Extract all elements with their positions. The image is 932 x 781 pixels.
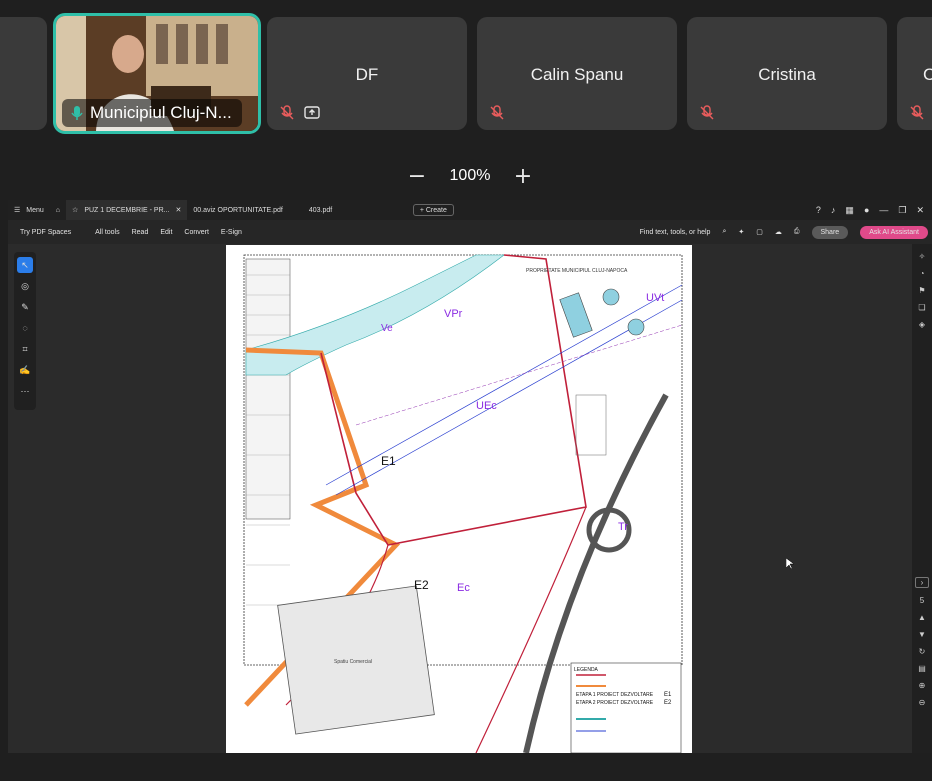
participant-tile[interactable]: C [897, 17, 932, 130]
urban-plan-map: Ve VPr UVt UEc E1 E2 Ec Tr PROPRIETATE M… [226, 245, 692, 753]
restore-icon[interactable]: ❐ [898, 205, 906, 216]
share-button[interactable]: Share [811, 225, 849, 239]
comments-panel-icon[interactable]: ◔ [912, 269, 932, 278]
home-icon: ⌂ [55, 206, 61, 214]
ai-panel-icon[interactable]: ✧ [912, 252, 932, 261]
participant-name: Calin Spanu [530, 65, 624, 84]
page-down-icon[interactable]: ▼ [912, 630, 932, 639]
commercial-area-label: Spatiu Comercial [334, 659, 372, 665]
legend-title: LEGENDA [574, 667, 599, 673]
esign-button[interactable]: E-Sign [221, 229, 242, 236]
apps-grid-icon[interactable]: ▦ [845, 205, 854, 216]
star-icon: ☆ [72, 207, 79, 214]
lasso-tool-icon[interactable]: ◌ [17, 320, 33, 336]
upload-cloud-icon[interactable]: ☁ [775, 228, 782, 236]
muted-mic-icon [910, 105, 924, 120]
zone-label-vpr: VPr [444, 308, 463, 320]
muted-mic-icon [700, 105, 714, 120]
home-button[interactable]: ⌂ [50, 200, 66, 220]
tab-aviz[interactable]: 00.aviz OPORTUNITATE.pdf [187, 200, 288, 220]
legend-e2-code: E2 [664, 700, 672, 706]
participant-tile-active-speaker[interactable]: Municipiul Cluj-N... [53, 13, 261, 134]
select-tool-icon[interactable]: ↖ [17, 257, 33, 273]
convert-button[interactable]: Convert [184, 229, 209, 236]
read-button[interactable]: Read [132, 229, 149, 236]
ai-icon[interactable]: ✦ [738, 228, 744, 236]
zone-label-uvt: UVt [646, 292, 664, 304]
left-tool-rail: ↖ ◎ ✎ ◌ ⌗ ✍ ⋯ [14, 252, 36, 410]
try-pdf-spaces-button[interactable]: Try PDF Spaces [20, 229, 71, 236]
zone-label-ec: Ec [457, 582, 470, 594]
bottom-bar [0, 753, 932, 781]
zoom-out-icon[interactable]: ⊖ [912, 698, 932, 707]
right-panel-rail: ✧ ◔ ⚑ ❏ ◈ › 5 ▲ ▼ ↻ ▤ ⊕ ⊖ [912, 244, 932, 753]
screen-share-icon [304, 106, 320, 119]
participant-name: Cristina [758, 65, 816, 84]
legend-etapa2: ETAPA 2 PROIECT DEZVOLTARE [576, 700, 654, 706]
tab-bar: ☰ Menu ⌂ ☆ PUZ 1 DECEMBRIE - PR... ✕ 00.avi… [8, 200, 932, 220]
participant-tile[interactable]: Calin Spanu [477, 17, 677, 130]
zoom-level: 100% [449, 167, 491, 184]
text-select-icon[interactable]: ⌗ [17, 341, 33, 357]
main-toolbar: Try PDF Spaces All tools Read Edit Conve… [8, 220, 932, 244]
muted-mic-icon [490, 105, 504, 120]
page-up-icon[interactable]: ▲ [912, 613, 932, 622]
zoom-controls: − 100% + [400, 164, 540, 189]
legend-etapa1: ETAPA 1 PROIECT DEZVOLTARE [576, 692, 654, 698]
all-tools-button[interactable]: All tools [95, 229, 120, 236]
page-number: 5 [919, 596, 925, 605]
create-button[interactable]: + Create [412, 204, 454, 216]
print-icon[interactable]: ⎙ [794, 228, 800, 236]
zone-label-uec: UEc [476, 400, 497, 412]
legend-e1-code: E1 [664, 692, 672, 698]
tab-403[interactable]: 403.pdf [303, 200, 413, 220]
edit-button[interactable]: Edit [160, 229, 172, 236]
comment-tool-icon[interactable]: ◎ [17, 278, 33, 294]
zone-label-e2: E2 [414, 578, 429, 592]
window-controls: ? ♪ ▦ ● — ❐ ✕ [816, 205, 932, 216]
participant-name: DF [355, 65, 379, 84]
tab-puz[interactable]: ☆ PUZ 1 DECEMBRIE - PR... ✕ [66, 200, 188, 220]
participant-tile[interactable]: Cristina [687, 17, 887, 130]
pages-panel-icon[interactable]: ❏ [912, 303, 932, 312]
profile-icon[interactable]: ● [864, 205, 869, 216]
speaking-mic-icon [71, 106, 83, 120]
search-icon[interactable]: ⌕ [722, 228, 726, 236]
ask-ai-assistant-button[interactable]: Ask AI Assistant [860, 225, 928, 239]
hamburger-icon: ☰ [14, 207, 21, 214]
owner-label: PROPRIETATE MUNICIPIUL CLUJ-NAPOCA [526, 268, 628, 274]
pen-tool-icon[interactable]: ✎ [17, 299, 33, 315]
page-nav-button[interactable]: › [915, 577, 929, 588]
participant-name: C [923, 65, 932, 84]
participant-name-label: Municipiul Cluj-N... [62, 99, 242, 127]
zone-label-tr: Tr [618, 521, 628, 533]
participant-tile[interactable]: DF [267, 17, 467, 130]
close-icon[interactable]: ✕ [916, 205, 924, 216]
participant-name: Municipiul Cluj-N... [90, 103, 232, 122]
pdf-viewer-window: ☰ Menu ⌂ ☆ PUZ 1 DECEMBRIE - PR... ✕ 00.avi… [8, 200, 932, 753]
zoom-in-icon[interactable]: ⊕ [912, 681, 932, 690]
layers-panel-icon[interactable]: ◈ [912, 320, 932, 329]
close-tab-icon[interactable]: ✕ [176, 206, 182, 214]
stamp-tool-icon[interactable]: ✍ [17, 362, 33, 378]
document-properties-icon[interactable]: ▤ [912, 664, 932, 673]
zone-label-ve: Ve [381, 323, 393, 334]
more-tools-icon[interactable]: ⋯ [17, 383, 33, 399]
participant-tile[interactable] [0, 17, 47, 130]
bookmarks-panel-icon[interactable]: ⚑ [912, 286, 932, 295]
menu-button[interactable]: ☰ Menu [8, 200, 50, 220]
zoom-in-button[interactable]: + [506, 164, 540, 189]
zoom-out-button[interactable]: − [400, 164, 434, 189]
rotate-icon[interactable]: ↻ [912, 647, 932, 656]
mouse-cursor-icon [786, 558, 794, 570]
muted-mic-icon [280, 105, 294, 120]
bell-icon[interactable]: ♪ [831, 205, 836, 216]
meeting-strip: Municipiul Cluj-N... DF Calin Spanu Cris… [0, 0, 932, 200]
pdf-page: Ve VPr UVt UEc E1 E2 Ec Tr PROPRIETATE M… [226, 245, 692, 753]
save-icon[interactable]: ▢ [756, 228, 763, 236]
zone-label-e1: E1 [381, 454, 396, 468]
find-field[interactable]: Find text, tools, or help [640, 229, 711, 236]
help-icon[interactable]: ? [816, 205, 821, 216]
minimize-icon[interactable]: — [879, 205, 888, 216]
